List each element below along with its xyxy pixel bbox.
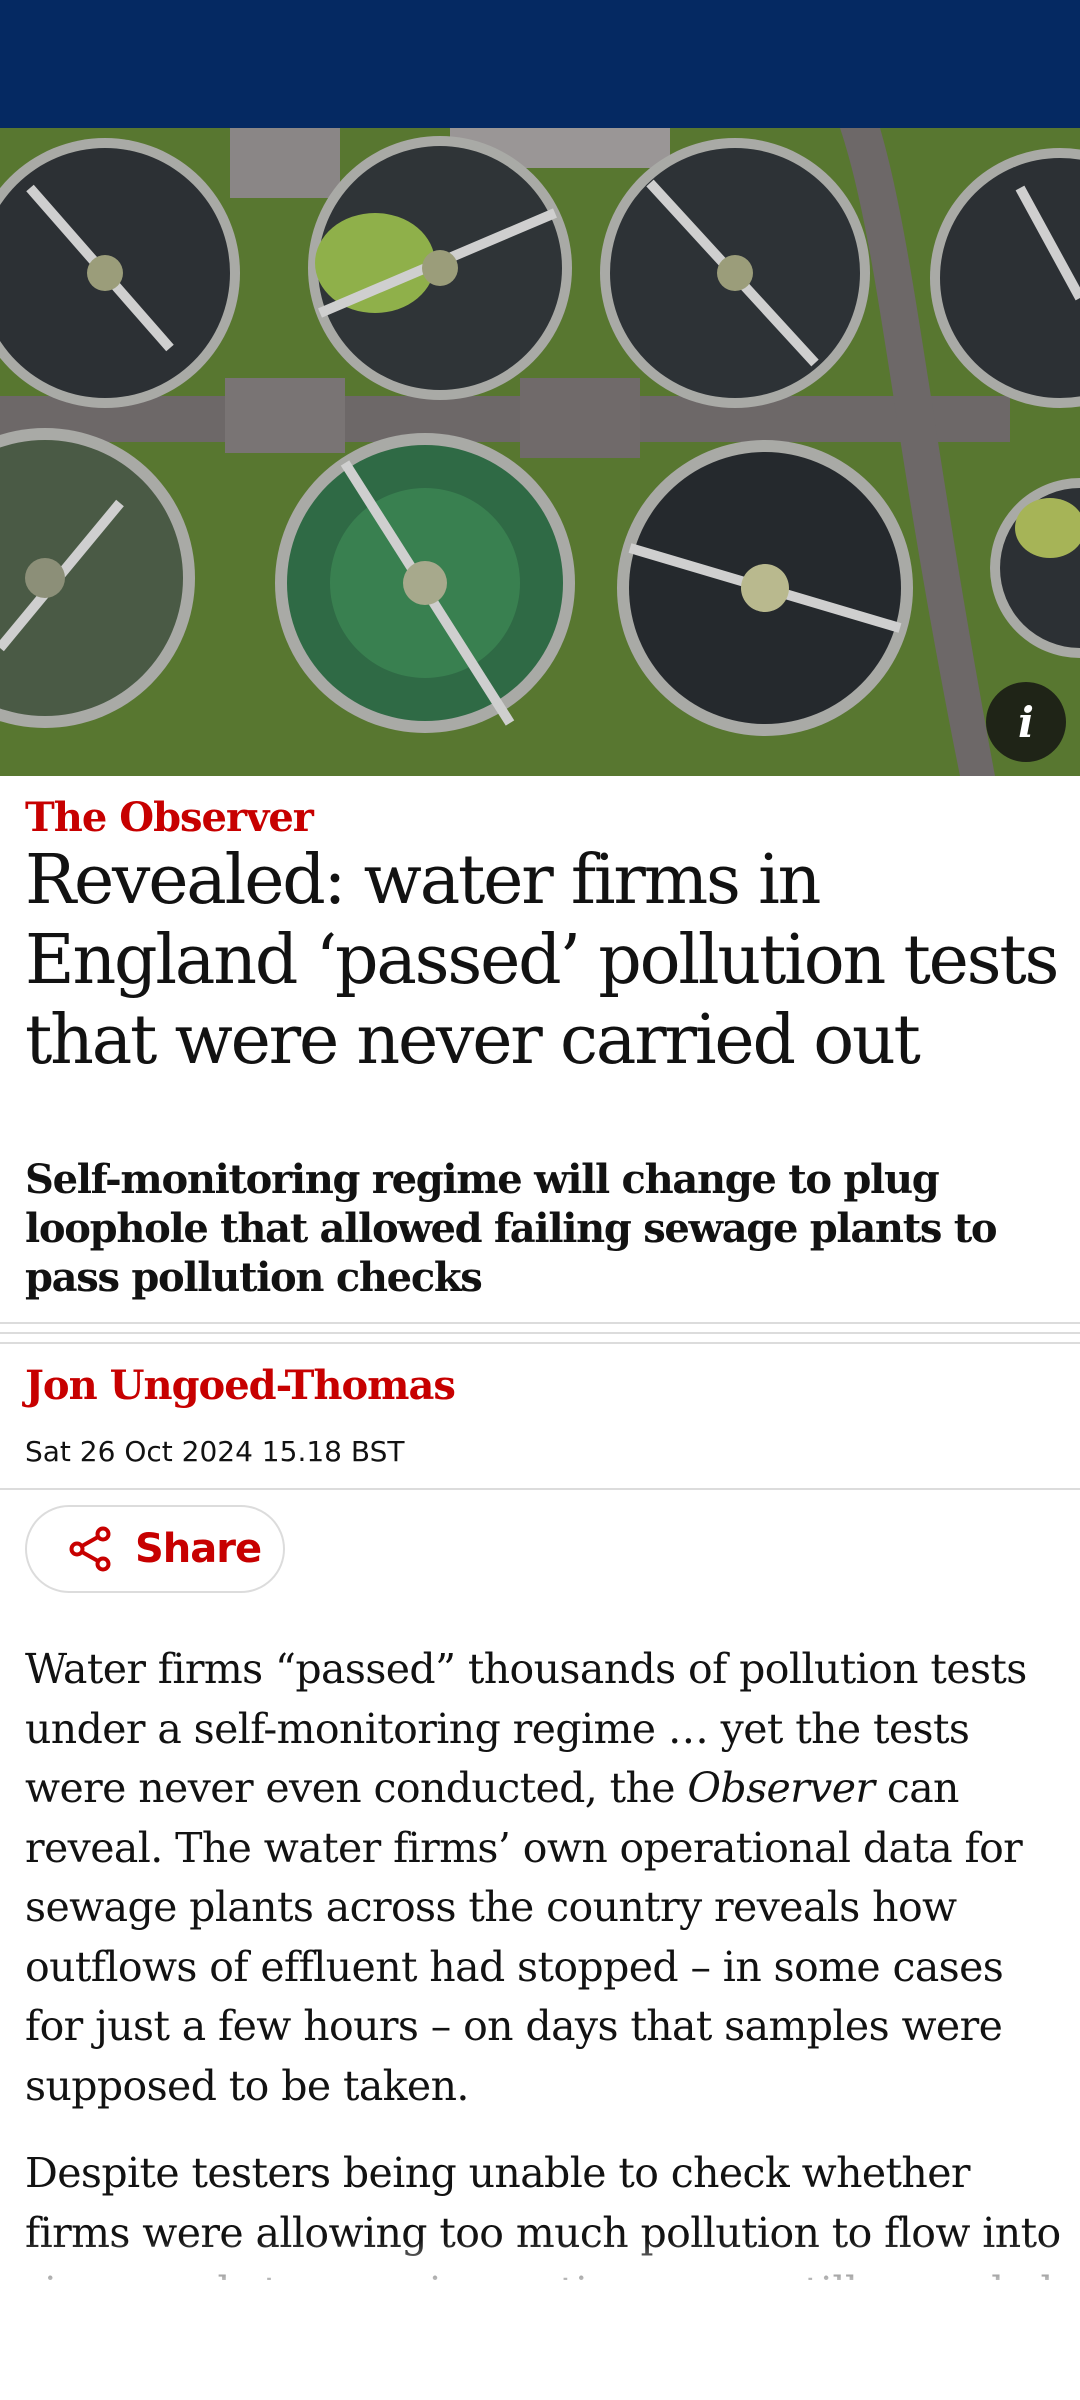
masthead-bar	[0, 0, 1080, 128]
article-standfirst: Self-monitoring regime will change to pl…	[25, 1156, 998, 1301]
article-body: Water firms “passed” thousands of pollut…	[25, 1640, 1065, 2280]
publication-emphasis: Observer	[687, 1764, 875, 1812]
share-icon	[69, 1526, 111, 1572]
body-paragraph: Water firms “passed” thousands of pollut…	[25, 1640, 1065, 2116]
article-headline: Revealed: water firms in England ‘passed…	[25, 841, 1059, 1080]
meta-divider	[0, 1488, 1080, 1490]
share-label: Share	[135, 1526, 262, 1572]
series-label[interactable]: The Observer	[25, 788, 314, 848]
publish-date: Sat 26 Oct 2024 15.18 BST	[25, 1435, 405, 1468]
bottom-fade	[0, 2240, 1080, 2400]
info-icon: i	[1018, 697, 1034, 747]
hero-image: i	[0, 128, 1080, 776]
author-link[interactable]: Jon Ungoed-Thomas	[25, 1356, 456, 1416]
section-divider	[0, 1322, 1080, 1352]
image-info-button[interactable]: i	[986, 682, 1066, 762]
paragraph-text: can reveal. The water firms’ own operati…	[25, 1764, 1023, 2110]
sewage-works-aerial-photo	[0, 128, 1080, 776]
share-button[interactable]: Share	[25, 1505, 285, 1593]
